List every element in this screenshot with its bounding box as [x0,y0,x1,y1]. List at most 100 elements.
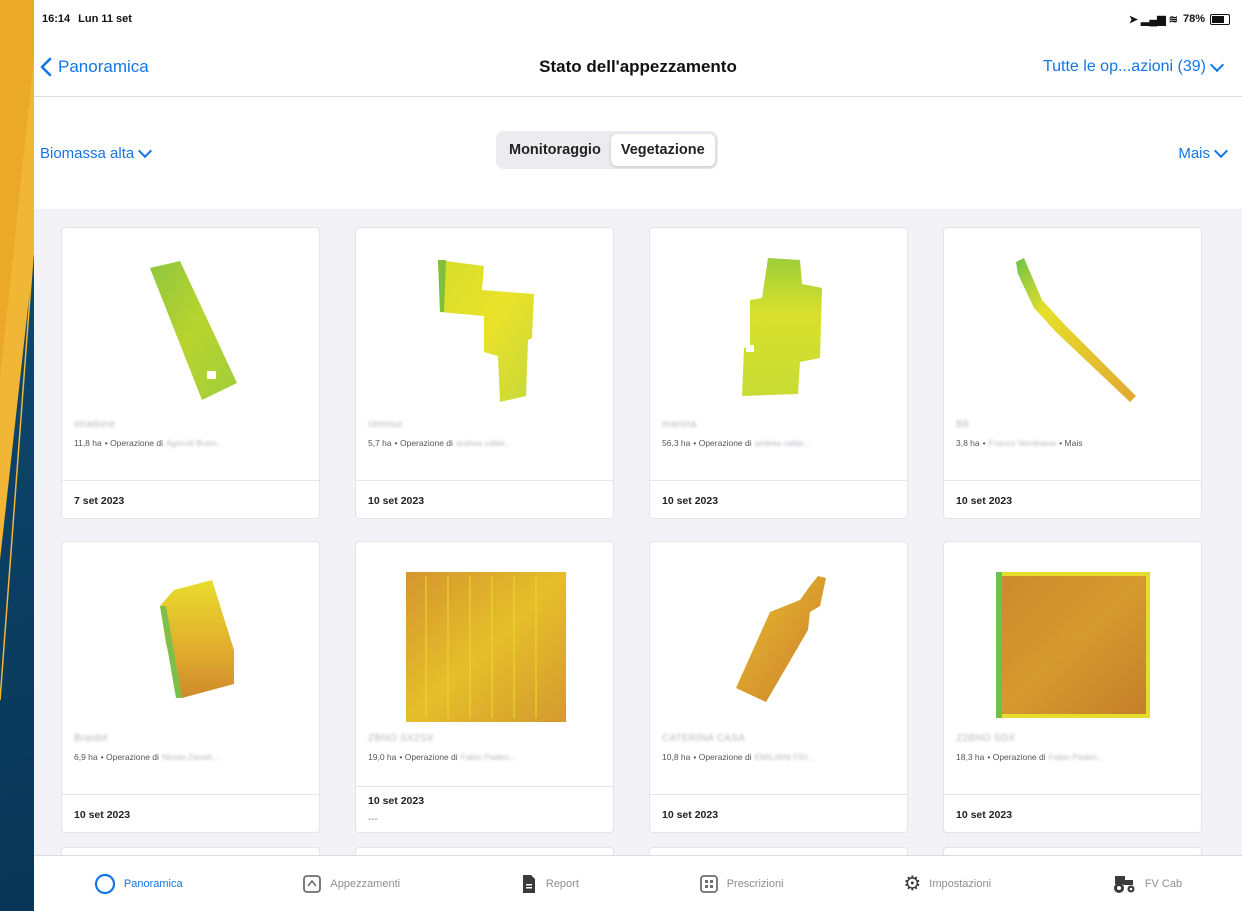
view-segmented-control: Monitoraggio Vegetazione [496,131,718,169]
tab-prescrizioni[interactable]: Prescrizioni [699,874,784,894]
operation-label: • Operazione di [399,752,458,762]
layer-label: Biomassa alta [40,144,135,162]
field-card[interactable]: stradone 11,8 ha • Operazione di Agricol… [62,228,319,518]
field-card[interactable]: cemour 5,7 ha • Operazione di andrea cal… [356,228,613,518]
field-meta: 19,0 ha • Operazione di Fabio Paderi... [368,752,516,762]
status-time: 16:14 [42,13,71,25]
gear-icon: ⚙ [903,873,922,895]
operator-name: Agricoli Bram... [166,438,224,448]
operations-filter-label: Tutte le op...azioni (39) [1042,58,1206,75]
field-card[interactable]: Z2BNO SDX 18,3 ha • Operazione di Fabio … [944,542,1201,832]
segment-vegetazione[interactable]: Vegetazione [610,134,715,166]
signal-icon: ➤ ▂▄▆ ≋ [1128,13,1178,26]
chevron-down-icon [138,143,153,158]
card-divider [650,480,907,481]
operation-label: • Operazione di [394,438,453,448]
segment-monitoraggio[interactable]: Monitoraggio [499,134,611,166]
field-meta: 11,8 ha • Operazione di Agricoli Bram... [74,438,224,448]
operation-date: 10 set 2023 [956,809,1013,821]
field-name: manina [662,419,697,430]
operation-label: • Operazione di [693,438,752,448]
operation-date: 10 set 2023 [368,795,425,807]
battery-percent: 78% [1182,13,1205,25]
tab-label: FV Cab [1144,877,1183,890]
card-divider [62,794,319,795]
tab-bar: Panoramica Appezzamenti Report Prescrizi… [34,855,1242,911]
operator-name: andrea callar... [455,438,512,448]
chevron-down-icon [1209,57,1225,72]
filter-bar: Biomassa alta Monitoraggio Vegetazione M… [34,97,1242,209]
tab-panoramica[interactable]: Panoramica [94,873,183,895]
card-divider [62,480,319,481]
operator-name: Franco Vendrame [988,438,1057,448]
field-map-thumbnail [736,576,826,702]
operation-date: 10 set 2023 [662,495,719,507]
card-divider [944,480,1201,481]
operation-label: • [982,438,986,448]
operation-date: 10 set 2023 [956,495,1013,507]
field-area: 18,3 ha [956,752,985,762]
field-map-thumbnail [150,261,237,400]
field-card[interactable]: CATERINA CASA 10,8 ha • Operazione di EM… [650,542,907,832]
field-area: 5,7 ha [368,438,392,448]
crop-suffix: • Mais [1059,438,1083,448]
tab-label: Panoramica [123,877,183,890]
tab-label: Impostazioni [929,877,992,890]
operation-date: 10 set 2023 [368,495,425,507]
tab-report[interactable]: Report [520,874,579,894]
fields-icon [303,874,322,893]
tab-fv-cab[interactable]: FV Cab [1111,874,1182,894]
card-divider [356,480,613,481]
field-map-thumbnail [1016,258,1136,402]
operator-name: EMILIANI FIO... [754,752,815,762]
field-map-thumbnail [996,572,1150,718]
status-bar: 16:14 Lun 11 set ➤ ▂▄▆ ≋ 78% [34,0,1242,38]
field-meta: 6,9 ha • Operazione di Nicola Zanett... [74,752,219,762]
circle-icon [94,873,115,894]
field-meta: 3,8 ha • Franco Vendrame • Mais [956,438,1083,448]
field-card[interactable]: manina 56,3 ha • Operazione di andrea ca… [650,228,907,518]
field-card[interactable]: ZBNO SX2SX 19,0 ha • Operazione di Fabio… [356,542,613,832]
navigation-bar: Panoramica Stato dell'appezzamento Tutte… [34,38,1242,97]
field-card[interactable]: Braidot 6,9 ha • Operazione di Nicola Za… [62,542,319,832]
tab-impostazioni[interactable]: ⚙ Impostazioni [903,871,991,896]
back-button[interactable]: Panoramica [40,57,149,77]
field-name: CATERINA CASA [662,733,746,744]
field-area: 6,9 ha [74,752,98,762]
field-name: stradone [74,419,116,430]
field-meta: 56,3 ha • Operazione di andrea callar... [662,438,810,448]
prescription-icon [699,874,718,893]
tractor-icon [1113,875,1135,893]
card-divider [944,794,1201,795]
status-date: Lun 11 set [78,13,132,25]
field-name: ZBNO SX2SX [368,733,434,744]
operation-date: 10 set 2023 [662,809,719,821]
document-icon [522,874,535,893]
field-area: 10,8 ha [662,752,691,762]
field-meta: 5,7 ha • Operazione di andrea callar... [368,438,512,448]
operator-name: Nicola Zanett... [161,752,220,762]
chevron-down-icon [1213,143,1229,158]
field-map-thumbnail [406,572,566,722]
ipad-screen: 16:14 Lun 11 set ➤ ▂▄▆ ≋ 78% Panoramica … [34,0,1242,911]
field-map-thumbnail [160,580,234,698]
field-name: Braidot [74,733,108,744]
layer-dropdown[interactable]: Biomassa alta [40,143,153,162]
operation-label: • Operazione di [100,752,159,762]
tab-appezzamenti[interactable]: Appezzamenti [302,874,400,894]
field-card-grid: stradone 11,8 ha • Operazione di Agricol… [34,208,1242,856]
crop-dropdown[interactable]: Mais [1178,143,1229,162]
field-meta: 18,3 ha • Operazione di Fabio Paderi... [956,752,1104,762]
operator-name: Fabio Paderi... [1048,752,1104,762]
card-extra: --- [368,814,378,825]
operation-label: • Operazione di [987,752,1046,762]
tab-label: Report [545,877,579,890]
operations-filter-dropdown[interactable]: Tutte le op...azioni (39) [1042,57,1225,76]
card-divider [650,794,907,795]
operation-date: 10 set 2023 [74,809,131,821]
field-name: Z2BNO SDX [956,733,1016,744]
field-area: 3,8 ha [956,438,980,448]
field-name: B8 [956,419,969,430]
field-map-thumbnail [438,260,534,402]
field-card[interactable]: B8 3,8 ha • Franco Vendrame • Mais 10 se… [944,228,1201,518]
